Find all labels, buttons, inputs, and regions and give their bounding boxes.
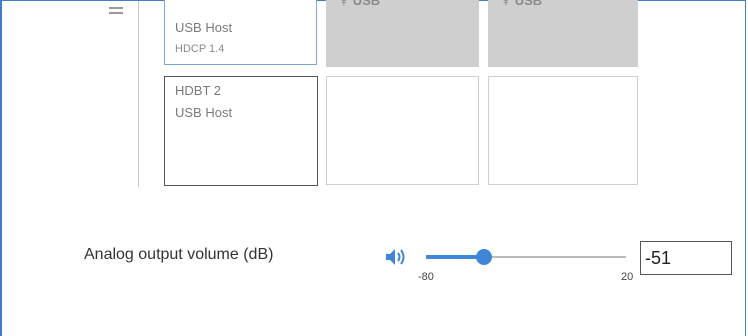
- cell-label-line2: USB Host: [175, 105, 233, 120]
- matrix-cell-usb-1[interactable]: ⯒ USB: [326, 0, 479, 67]
- volume-label: Analog output volume (dB): [84, 246, 274, 263]
- cell-label-line1: HDBT 2: [175, 83, 221, 98]
- matrix-cell-usb-2[interactable]: ⯒ USB: [488, 0, 638, 67]
- slider-max-label: 20: [621, 271, 634, 283]
- usb-icon: ⯒: [503, 0, 509, 8]
- matrix-cell-empty-2[interactable]: [488, 76, 638, 185]
- usb-icon: ⯒: [341, 0, 347, 8]
- volume-value-input[interactable]: [640, 241, 732, 275]
- cell-label-line1: USB Host: [175, 20, 233, 35]
- volume-slider[interactable]: [426, 249, 626, 267]
- matrix-cell-empty-1[interactable]: [326, 76, 479, 185]
- slider-thumb[interactable]: [476, 249, 492, 265]
- slider-min-label: -80: [418, 271, 434, 283]
- speaker-icon[interactable]: [384, 247, 406, 267]
- usb-label: USB: [352, 0, 381, 8]
- menu-icon[interactable]: [109, 7, 125, 19]
- matrix-cell-usb-host-hdcp[interactable]: USB Host HDCP 1.4: [164, 0, 317, 65]
- matrix-cell-hdbt2[interactable]: HDBT 2 USB Host: [164, 76, 318, 186]
- usb-label: USB: [514, 0, 543, 8]
- divider: [138, 1, 139, 187]
- panel-frame: USB Host HDCP 1.4 ⯒ USB ⯒ USB HDBT 2 USB H…: [0, 0, 746, 336]
- cell-label-line2: HDCP 1.4: [175, 43, 225, 55]
